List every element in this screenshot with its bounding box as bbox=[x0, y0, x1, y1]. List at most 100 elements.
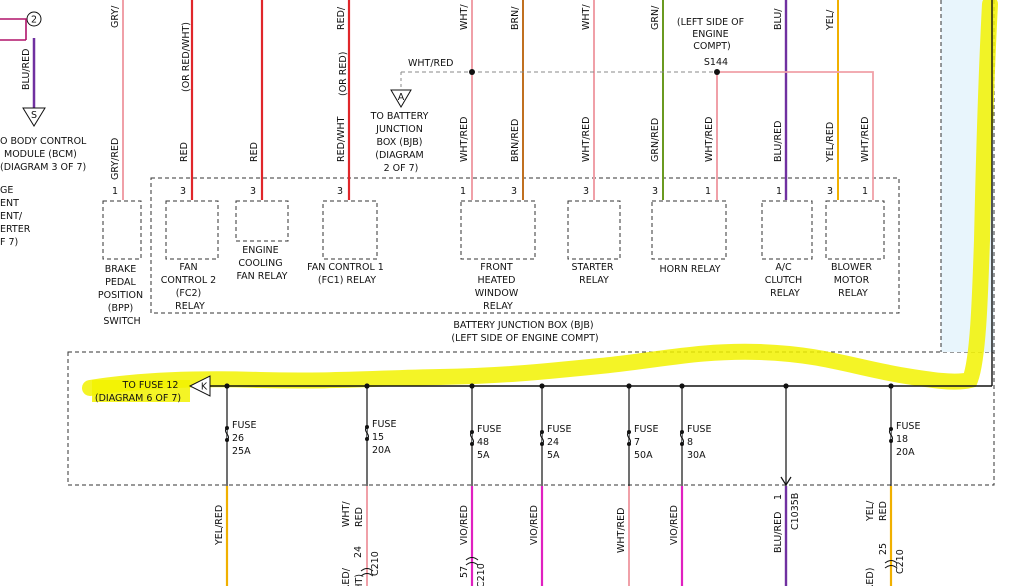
fuse-8: FUSE 8 30A bbox=[679, 386, 711, 486]
fhw-line-4: RELAY bbox=[483, 301, 513, 312]
mid-label-grn-red: GRN/RED bbox=[650, 118, 661, 162]
bjb-caption-line-1: BATTERY JUNCTION BOX (BJB) bbox=[453, 320, 593, 331]
bpp-line-3: POSITION bbox=[98, 290, 143, 301]
fc2-line-2: CONTROL 2 bbox=[161, 275, 216, 286]
fuse-18-dot-a bbox=[889, 427, 893, 431]
fuse-7-dot-b bbox=[627, 442, 631, 446]
top-label-grn: GRN/ bbox=[650, 5, 661, 30]
fc2-label: FAN CONTROL 2 (FC2) RELAY bbox=[161, 262, 220, 312]
to-fuse-line-2: (DIAGRAM 6 OF 7) bbox=[95, 393, 181, 404]
ac-line-2: CLUTCH bbox=[765, 275, 802, 286]
bcm-line-2: MODULE (BCM) bbox=[4, 149, 77, 160]
pin-fc2: 3 bbox=[180, 186, 186, 197]
fuse-24-num: 24 bbox=[547, 437, 559, 448]
left-side-line-3: COMPT) bbox=[693, 41, 731, 52]
fuse-26-amp: 25A bbox=[232, 446, 251, 457]
mid-label-yel-red: YEL/RED bbox=[825, 122, 836, 163]
fuse-15: FUSE 15 20A bbox=[364, 386, 396, 486]
fuse-15-word: FUSE bbox=[372, 419, 396, 430]
bottom-label-vio-red-57: VIO/RED bbox=[459, 505, 470, 545]
bottom-label-yel: YEL/ bbox=[865, 500, 876, 522]
ac-line-1: A/C bbox=[775, 262, 792, 273]
bpp-line-1: BRAKE bbox=[105, 264, 136, 275]
fc1-label: FAN CONTROL 1 (FC1) RELAY bbox=[307, 262, 387, 286]
fuse-8-num: 8 bbox=[687, 437, 693, 448]
bottom-label-yel-red: YEL/RED bbox=[214, 505, 225, 546]
fuse-26-dot-b bbox=[225, 438, 229, 442]
fuse-18-num: 18 bbox=[896, 434, 908, 445]
pin-horn-3: 3 bbox=[652, 186, 658, 197]
mid-label-red1: RED bbox=[179, 142, 190, 162]
ac-label: A/C CLUTCH RELAY bbox=[765, 262, 805, 299]
bottom-label-wht-close: WHT) bbox=[354, 574, 365, 586]
bcm-connector-letter: S bbox=[31, 110, 37, 121]
top-label-brn: BRN/ bbox=[510, 6, 521, 30]
blower-line-3: RELAY bbox=[838, 288, 868, 299]
fuse-7: FUSE 7 50A bbox=[626, 386, 658, 486]
circle-ref-num: 2 bbox=[31, 15, 37, 26]
pin-blower-3: 3 bbox=[827, 186, 833, 197]
pin-horn-1: 1 bbox=[705, 186, 711, 197]
fc2-line-4: RELAY bbox=[175, 301, 205, 312]
pin-starter: 3 bbox=[583, 186, 589, 197]
fhw-line-1: FRONT bbox=[480, 262, 513, 273]
fuse-8-amp: 30A bbox=[687, 450, 706, 461]
top-label-gry: GRY/ bbox=[110, 5, 121, 28]
bottom-label-wht-red: WHT/RED bbox=[616, 508, 627, 553]
fuse-18-dot-b bbox=[889, 439, 893, 443]
bottom-label-or-red: (OR RED/ bbox=[341, 567, 352, 586]
top-label-wht: WHT/ bbox=[459, 4, 470, 30]
bottom-label-vio-red-3: VIO/RED bbox=[669, 505, 680, 545]
fuse-48-num: 48 bbox=[477, 437, 489, 448]
ecf-line-2: COOLING bbox=[238, 258, 282, 269]
ecf-line-1: ENGINE bbox=[242, 245, 278, 256]
splice-dot-1 bbox=[469, 69, 475, 75]
fuse-26-word: FUSE bbox=[232, 420, 256, 431]
bjb-connector-letter: A bbox=[398, 92, 405, 103]
fuse-48-dot-b bbox=[470, 442, 474, 446]
bottom-pin-24: 24 bbox=[353, 546, 364, 558]
left-side-line-1: (LEFT SIDE OF bbox=[677, 17, 744, 28]
fuse-15-dot-b bbox=[365, 437, 369, 441]
bcm-line-1: O BODY CONTROL bbox=[0, 136, 87, 147]
bottom-pin-25: 25 bbox=[878, 543, 889, 555]
left-cut-line-4: ERTER bbox=[0, 224, 31, 235]
pin-fhw-3: 3 bbox=[511, 186, 517, 197]
top-label-yel: YEL/ bbox=[825, 9, 836, 31]
left-cut-line-3: ENT/ bbox=[0, 211, 23, 222]
mid-label-red2: RED bbox=[249, 142, 260, 162]
splice-dot-s144 bbox=[714, 69, 720, 75]
fc2-relay-box bbox=[165, 200, 219, 260]
fuse-18: FUSE 18 20A bbox=[888, 386, 920, 486]
fuse-8-dot-a bbox=[680, 430, 684, 434]
left-cut-label: GE ENT ENT/ ERTER F 7) bbox=[0, 185, 33, 248]
fuse-15-dot-a bbox=[365, 425, 369, 429]
bottom-label-red-25: RED bbox=[878, 501, 889, 521]
fhw-relay-box bbox=[460, 200, 536, 260]
fuse-24-amp: 5A bbox=[547, 450, 560, 461]
top-label-blu: BLU/ bbox=[773, 8, 784, 30]
blower-line-1: BLOWER bbox=[831, 262, 872, 273]
bjb-caption-line-2: (LEFT SIDE OF ENGINE COMPT) bbox=[451, 333, 598, 344]
to-bjb-label: TO BATTERY JUNCTION BOX (BJB) (DIAGRAM 2… bbox=[370, 111, 432, 174]
bottom-label-red: RED bbox=[354, 507, 365, 527]
bpp-line-5: SWITCH bbox=[103, 316, 140, 327]
mid-label-wht-red1: WHT/RED bbox=[459, 117, 470, 162]
fuse-7-num: 7 bbox=[634, 437, 640, 448]
ac-relay-box bbox=[761, 200, 813, 260]
bottom-label-or-red-25: (OR RED) bbox=[865, 568, 876, 586]
left-cut-line-2: ENT bbox=[0, 198, 19, 209]
ecf-line-3: FAN RELAY bbox=[237, 271, 288, 282]
fuse-24: FUSE 24 5A bbox=[539, 386, 571, 486]
mid-label-blu-red: BLU/RED bbox=[773, 121, 784, 162]
ecf-relay-box bbox=[235, 200, 289, 242]
ecf-label: ENGINE COOLING FAN RELAY bbox=[237, 245, 288, 282]
to-bjb-line-4: (DIAGRAM bbox=[375, 150, 423, 161]
starter-line-2: RELAY bbox=[579, 275, 609, 286]
left-cut-line-5: F 7) bbox=[0, 237, 18, 248]
fc1-line-2: (FC1) RELAY bbox=[318, 275, 376, 286]
mid-label-wht-red4: WHT/RED bbox=[860, 117, 871, 162]
bjb-caption: BATTERY JUNCTION BOX (BJB) (LEFT SIDE OF… bbox=[451, 320, 598, 344]
fc1-line-1: FAN CONTROL 1 bbox=[307, 262, 384, 273]
blower-relay-box bbox=[825, 200, 885, 260]
